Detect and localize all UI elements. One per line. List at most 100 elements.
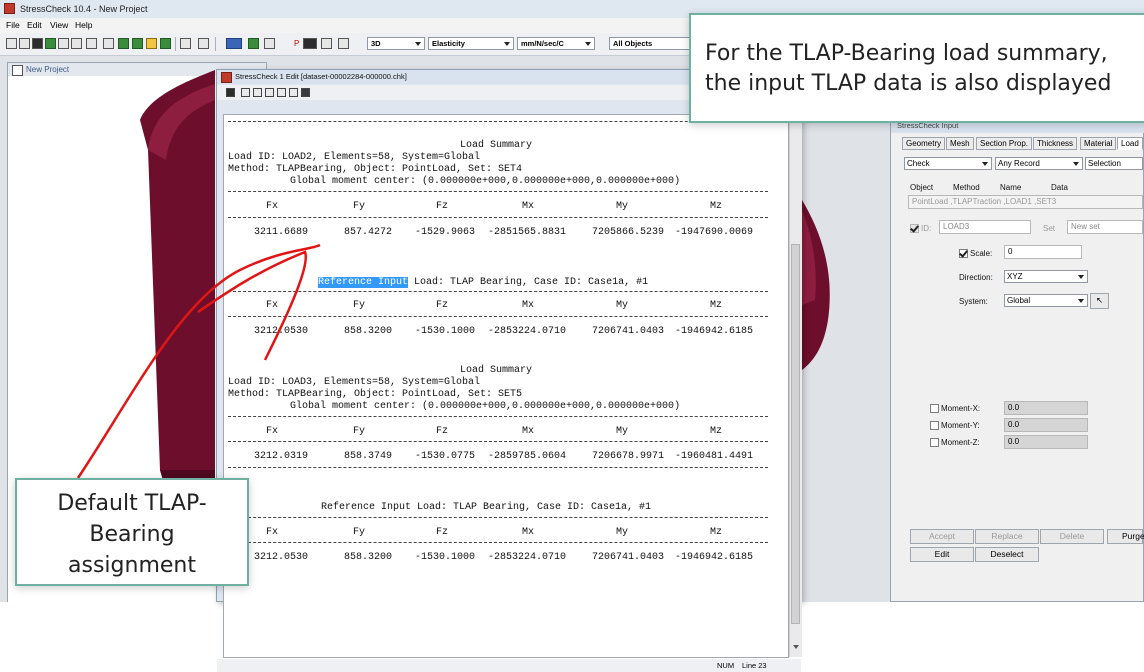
editor-save-icon[interactable]	[226, 88, 235, 97]
block3-method-line: Method: TLAPBearing, Object: PointLoad, …	[228, 389, 523, 400]
tab-section-prop[interactable]: Section Prop.	[976, 137, 1033, 150]
scale-label: Scale:	[970, 249, 993, 258]
scale-input[interactable]: 0	[1004, 245, 1082, 259]
block4-header: Fy	[353, 527, 366, 538]
block1-value: -2851565.8831	[488, 227, 567, 238]
set-input[interactable]: New set	[1067, 220, 1143, 234]
block1-method-line: Method: TLAPBearing, Object: PointLoad, …	[228, 164, 523, 175]
accept-button[interactable]: Accept	[910, 529, 974, 544]
mode-select[interactable]: Check	[904, 157, 992, 170]
block4-header: Fz	[436, 527, 449, 538]
selection-select[interactable]: Selection	[1085, 157, 1143, 170]
editor-paste-icon[interactable]	[265, 88, 274, 97]
block4-reference-line: Reference Input Load: TLAP Bearing, Case…	[321, 502, 652, 513]
scale-checkbox[interactable]	[959, 249, 968, 258]
editor-app-icon	[221, 72, 232, 83]
tab-load[interactable]: Load	[1117, 137, 1143, 150]
col-data: Data	[1051, 183, 1068, 192]
block3-header: Fy	[353, 426, 366, 437]
block4-header: My	[616, 527, 629, 538]
block1-value: -1947690.0069	[675, 227, 754, 238]
col-name: Name	[1000, 183, 1022, 192]
scroll-down-icon[interactable]	[793, 645, 799, 649]
block2-reference-line: Reference Input Load: TLAP Bearing, Case…	[318, 277, 649, 288]
editor-scrollbar[interactable]	[789, 114, 802, 657]
moment-z-checkbox[interactable]	[930, 438, 939, 447]
moment-z-label: Moment-Z:	[941, 438, 980, 447]
pointer-icon: ↖	[1095, 295, 1104, 305]
tab-mesh[interactable]: Mesh	[946, 137, 974, 150]
pick-system-button[interactable]: ↖	[1090, 293, 1109, 309]
editor-text-area[interactable]: Load Summary Load ID: LOAD2, Elements=58…	[223, 114, 789, 658]
tab-thickness[interactable]: Thickness	[1033, 137, 1078, 150]
block3-value: -2859785.0604	[488, 451, 567, 462]
replace-button[interactable]: Replace	[975, 529, 1039, 544]
block3-value: 3212.0319	[254, 451, 309, 462]
block3-value: -1530.0775	[415, 451, 476, 462]
status-num: NUM	[717, 661, 735, 670]
record-row[interactable]: PointLoad ,TLAPTraction ,LOAD1 ,SET3	[908, 195, 1143, 209]
editor-print-icon[interactable]	[289, 88, 298, 97]
id-input[interactable]: LOAD3	[939, 220, 1031, 234]
block3-header: Fz	[436, 426, 449, 437]
block4-header: Mx	[522, 527, 535, 538]
editor-copy-icon[interactable]	[253, 88, 262, 97]
callout-top: For the TLAP-Bearing load summary, the in…	[689, 13, 1144, 123]
block2-value: 858.3200	[344, 326, 393, 337]
selected-text[interactable]: Reference Input	[318, 277, 409, 288]
status-line: Line 23	[742, 661, 767, 670]
block1-header: My	[616, 201, 629, 212]
block1-id-line: Load ID: LOAD2, Elements=58, System=Glob…	[228, 152, 481, 163]
block4-value: -1946942.6185	[675, 552, 754, 563]
block1-header: Mz	[710, 201, 723, 212]
moment-x-checkbox[interactable]	[930, 404, 939, 413]
set-label: Set	[1043, 224, 1056, 233]
block3-value: -1960481.4491	[675, 451, 754, 462]
tab-material[interactable]: Material	[1080, 137, 1117, 150]
direction-select[interactable]: XYZ	[1004, 270, 1088, 283]
block3-header: Fx	[266, 426, 279, 437]
block4-value: -2853224.0710	[488, 552, 567, 563]
purge-button[interactable]: Purge	[1107, 529, 1144, 544]
callout-bottom: Default TLAP- Bearing assignment	[15, 478, 249, 586]
block1-title: Load Summary	[460, 140, 533, 151]
block2-header: Mx	[522, 300, 535, 311]
delete-button[interactable]: Delete	[1040, 529, 1104, 544]
deselect-button[interactable]: Deselect	[975, 547, 1039, 562]
moment-y-input[interactable]: 0.0	[1004, 418, 1088, 432]
block4-value: 858.3200	[344, 552, 393, 563]
block1-value: 7205866.5239	[592, 227, 665, 238]
scroll-thumb[interactable]	[791, 244, 800, 624]
block4-value: 3212.0530	[254, 552, 309, 563]
block2-header: Fx	[266, 300, 279, 311]
block2-header: My	[616, 300, 629, 311]
editor-cut-icon[interactable]	[241, 88, 250, 97]
block3-moment-line: Global moment center: (0.000000e+000,0.0…	[290, 401, 681, 412]
edit-button[interactable]: Edit	[910, 547, 974, 562]
block1-value: 857.4272	[344, 227, 393, 238]
tab-geometry[interactable]: Geometry	[902, 137, 946, 150]
moment-y-checkbox[interactable]	[930, 421, 939, 430]
block2-value: -2853224.0710	[488, 326, 567, 337]
editor-undo-icon[interactable]	[277, 88, 286, 97]
block4-header: Mz	[710, 527, 723, 538]
block3-value: 7206678.9971	[592, 451, 665, 462]
record-select[interactable]: Any Record	[995, 157, 1083, 170]
id-checkbox[interactable]	[910, 224, 919, 233]
col-method: Method	[953, 183, 980, 192]
block4-value: -1530.1000	[415, 552, 476, 563]
input-panel: StressCheck Input Geometry Mesh Section …	[890, 118, 1144, 602]
moment-x-input[interactable]: 0.0	[1004, 401, 1088, 415]
block2-value: -1530.1000	[415, 326, 476, 337]
block3-header: Mz	[710, 426, 723, 437]
system-label: System:	[959, 297, 988, 306]
editor-find-icon[interactable]	[301, 88, 310, 97]
editor-window: StressCheck 1 Edit [dataset-00002284-000…	[216, 69, 802, 672]
block1-header: Fx	[266, 201, 279, 212]
direction-label: Direction:	[959, 273, 993, 282]
moment-z-input[interactable]: 0.0	[1004, 435, 1088, 449]
moment-x-label: Moment-X:	[941, 404, 981, 413]
block2-value: 7206741.0403	[592, 326, 665, 337]
system-select[interactable]: Global	[1004, 294, 1088, 307]
block2-value: -1946942.6185	[675, 326, 754, 337]
